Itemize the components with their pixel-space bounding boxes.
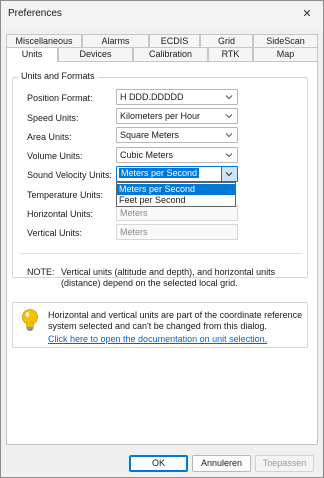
documentation-link[interactable]: Click here to open the documentation on … (48, 334, 267, 344)
info-text: Horizontal and vertical units are part o… (48, 310, 303, 331)
dropdown-option-feet-per-second[interactable]: Feet per Second (117, 195, 235, 206)
chevron-down-icon (225, 133, 233, 138)
chevron-down-icon (225, 95, 233, 100)
volume-units-label: Volume Units: (27, 151, 83, 161)
tab-map[interactable]: Map (253, 47, 318, 61)
temperature-units-label: Temperature Units: (27, 190, 104, 200)
tab-grid[interactable]: Grid (200, 34, 253, 48)
vertical-units-label: Vertical Units: (27, 228, 83, 238)
group-legend: Units and Formats (18, 71, 98, 81)
window-title: Preferences (8, 8, 62, 19)
volume-units-value: Cubic Meters (120, 150, 174, 160)
tab-ecdis[interactable]: ECDIS (149, 34, 200, 48)
cancel-button[interactable]: Annuleren (192, 455, 251, 472)
chevron-down-icon (225, 114, 233, 119)
note-text: Vertical units (altitude and depth), and… (61, 267, 276, 288)
speed-units-select[interactable]: Kilometers per Hour (116, 108, 238, 124)
position-format-value: H DDD.DDDDD (120, 92, 184, 102)
tab-units[interactable]: Units (6, 47, 58, 62)
tab-miscellaneous[interactable]: Miscellaneous (6, 34, 82, 48)
tab-rtk[interactable]: RTK (208, 47, 253, 61)
tab-devices[interactable]: Devices (58, 47, 133, 61)
vertical-units-field: Meters (116, 224, 238, 240)
lightbulb-icon (22, 309, 38, 331)
sound-velocity-units-value: Meters per Second (119, 168, 200, 178)
speed-units-label: Speed Units: (27, 113, 79, 123)
chevron-down-icon (225, 153, 233, 158)
sound-velocity-dropdown-list: Meters per Second Feet per Second (116, 182, 236, 207)
title-bar: Preferences ✕ (1, 1, 323, 27)
speed-units-value: Kilometers per Hour (120, 111, 201, 121)
divider (20, 253, 302, 254)
close-icon[interactable]: ✕ (297, 4, 317, 24)
sound-velocity-units-select[interactable]: Meters per Second (116, 166, 238, 182)
chevron-down-icon (225, 172, 233, 177)
horizontal-units-value: Meters (120, 208, 148, 218)
tab-sidescan[interactable]: SideScan (253, 34, 318, 48)
volume-units-select[interactable]: Cubic Meters (116, 147, 238, 163)
tab-alarms[interactable]: Alarms (82, 34, 149, 48)
position-format-select[interactable]: H DDD.DDDDD (116, 89, 238, 105)
note-label: NOTE: (27, 267, 55, 277)
area-units-label: Area Units: (27, 132, 72, 142)
dropdown-option-meters-per-second[interactable]: Meters per Second (117, 184, 235, 195)
tab-calibration[interactable]: Calibration (133, 47, 208, 61)
horizontal-units-field: Meters (116, 205, 238, 221)
ok-button[interactable]: OK (129, 455, 188, 472)
vertical-units-value: Meters (120, 227, 148, 237)
apply-button[interactable]: Toepassen (255, 455, 314, 472)
tab-row-2: Units Devices Calibration RTK Map (6, 47, 318, 62)
area-units-value: Square Meters (120, 130, 180, 140)
position-format-label: Position Format: (27, 93, 93, 103)
sound-velocity-units-label: Sound Velocity Units: (27, 170, 113, 180)
area-units-select[interactable]: Square Meters (116, 127, 238, 143)
horizontal-units-label: Horizontal Units: (27, 209, 94, 219)
tab-row-1: Miscellaneous Alarms ECDIS Grid SideScan (6, 34, 318, 48)
